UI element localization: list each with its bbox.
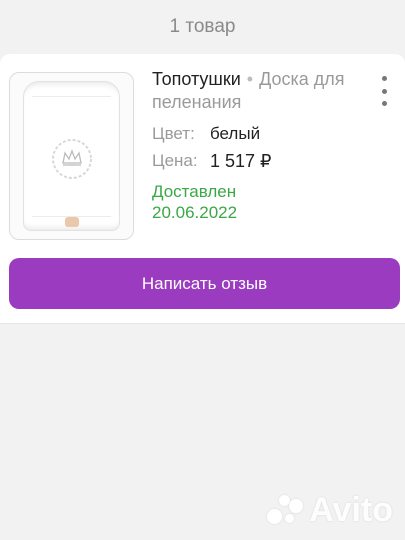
- brand-tag: [65, 217, 79, 227]
- avito-watermark-text: Avito: [309, 491, 393, 529]
- crown-crest-icon: [52, 139, 92, 179]
- more-options-button[interactable]: [375, 76, 393, 106]
- color-row: Цвет: белый: [152, 123, 367, 145]
- delivery-status: Доставлен 20.06.2022: [152, 181, 367, 223]
- price-value: 1 517 ₽: [210, 151, 272, 171]
- product-info: Топотушки • Доска для пеленания Цвет: белы…: [152, 68, 367, 223]
- color-value: белый: [210, 124, 261, 143]
- avito-watermark: Avito: [267, 491, 393, 530]
- write-review-button[interactable]: Написать отзыв: [9, 258, 400, 309]
- order-item-card: Топотушки • Доска для пеленания Цвет: белы…: [0, 54, 405, 324]
- product-title[interactable]: Топотушки • Доска для пеленания: [152, 68, 367, 114]
- delivery-status-label: Доставлен: [152, 182, 237, 201]
- price-row: Цена: 1 517 ₽: [152, 150, 367, 172]
- board-decor-line: [32, 96, 111, 97]
- changing-board-illustration: [23, 81, 120, 231]
- vertical-dots-icon: [381, 88, 387, 94]
- items-count-header: 1 товар: [0, 0, 405, 54]
- items-count-label: 1 товар: [169, 16, 236, 37]
- avito-logo-icon: [267, 494, 305, 527]
- delivery-date: 20.06.2022: [152, 203, 238, 222]
- vertical-dots-icon: [381, 101, 387, 106]
- title-separator: •: [246, 69, 254, 89]
- color-label: Цвет:: [152, 124, 195, 143]
- order-page: 1 товар Топотушки • Доска для пеленания Цв…: [0, 0, 405, 540]
- product-brand: Топотушки: [152, 69, 241, 89]
- product-image[interactable]: [9, 72, 134, 240]
- price-label: Цена:: [152, 151, 198, 170]
- vertical-dots-icon: [381, 76, 387, 81]
